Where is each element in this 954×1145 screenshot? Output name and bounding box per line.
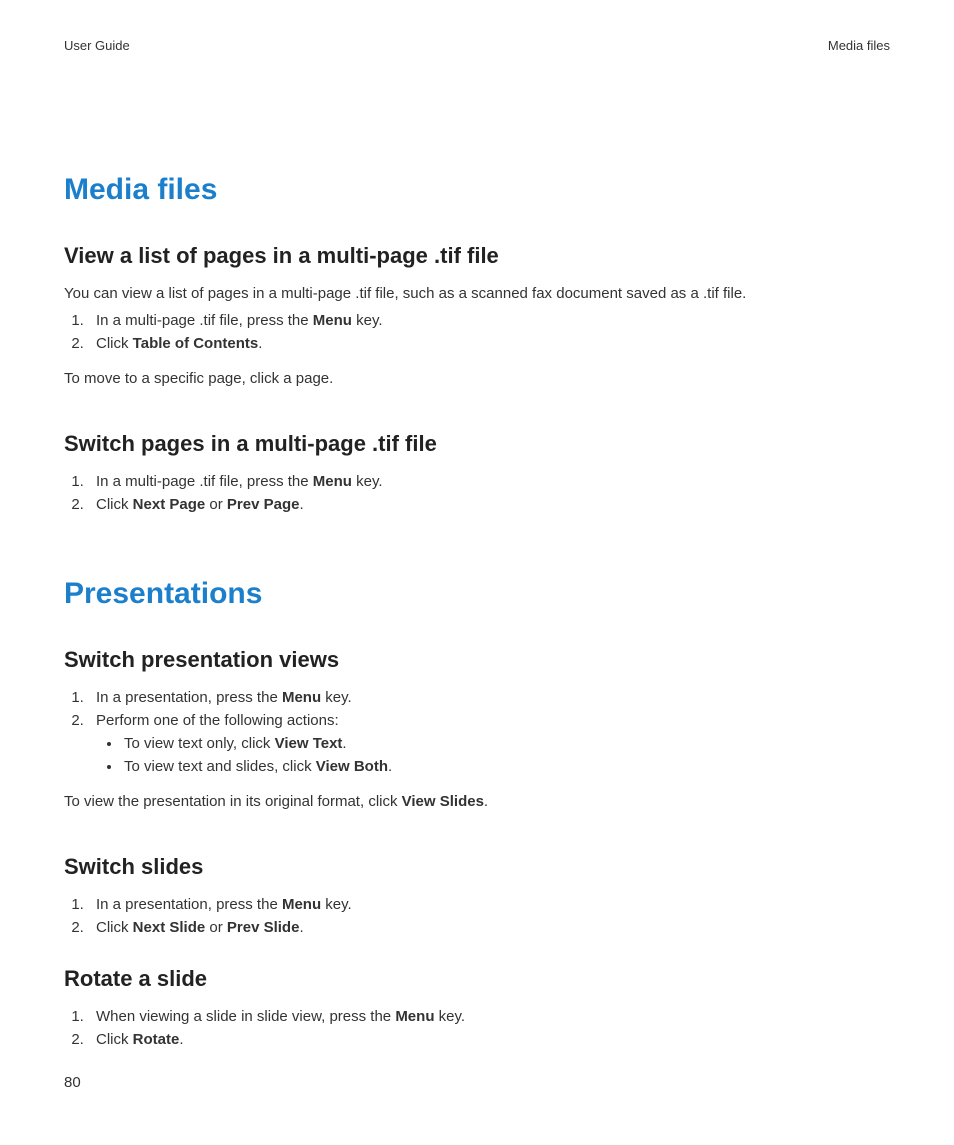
step-item: Click Table of Contents.	[88, 333, 890, 354]
step-bold: Next Slide	[133, 919, 206, 936]
outro-bold: View Slides	[402, 793, 484, 810]
step-item: Click Next Page or Prev Page.	[88, 494, 890, 515]
heading-view-tif-pages: View a list of pages in a multi-page .ti…	[64, 243, 890, 269]
subsection-switch-tif-pages: Switch pages in a multi-page .tif file I…	[64, 431, 890, 515]
outro-text: To view the presentation in its original…	[64, 791, 890, 812]
step-bold: Menu	[395, 1008, 434, 1025]
step-text: .	[299, 919, 303, 936]
step-item: When viewing a slide in slide view, pres…	[88, 1006, 890, 1027]
step-text: .	[299, 496, 303, 513]
step-text: key.	[352, 473, 383, 490]
step-text: key.	[352, 312, 383, 329]
section-media-files: Media files View a list of pages in a mu…	[64, 173, 890, 515]
step-text: In a presentation, press the	[96, 896, 282, 913]
step-bold: Menu	[282, 689, 321, 706]
bullet-bold: View Both	[316, 758, 388, 775]
heading-switch-slides: Switch slides	[64, 854, 890, 880]
header-right: Media files	[828, 38, 890, 53]
step-bold: Prev Page	[227, 496, 300, 513]
step-item: In a presentation, press the Menu key.	[88, 894, 890, 915]
bullet-text: .	[388, 758, 392, 775]
page-number: 80	[64, 1074, 81, 1091]
step-item: Click Rotate.	[88, 1029, 890, 1050]
step-item: In a presentation, press the Menu key.	[88, 687, 890, 708]
step-bold: Next Page	[133, 496, 206, 513]
step-text: or	[205, 919, 227, 936]
step-text: .	[258, 335, 262, 352]
intro-text: You can view a list of pages in a multi-…	[64, 283, 890, 304]
subsection-switch-slides: Switch slides In a presentation, press t…	[64, 854, 890, 938]
heading-switch-tif-pages: Switch pages in a multi-page .tif file	[64, 431, 890, 457]
step-text: In a presentation, press the	[96, 689, 282, 706]
step-text: .	[179, 1031, 183, 1048]
steps-list: In a presentation, press the Menu key. P…	[64, 687, 890, 777]
step-text: key.	[321, 896, 352, 913]
step-item: Perform one of the following actions: To…	[88, 710, 890, 777]
steps-list: In a multi-page .tif file, press the Men…	[64, 310, 890, 354]
step-text: In a multi-page .tif file, press the	[96, 473, 313, 490]
bullet-text: .	[342, 735, 346, 752]
step-bold: Menu	[313, 312, 352, 329]
step-bold: Rotate	[133, 1031, 180, 1048]
step-item: Click Next Slide or Prev Slide.	[88, 917, 890, 938]
step-text: In a multi-page .tif file, press the	[96, 312, 313, 329]
bullet-text: To view text only, click	[124, 735, 275, 752]
page-header: User Guide Media files	[64, 38, 890, 53]
step-text: When viewing a slide in slide view, pres…	[96, 1008, 395, 1025]
step-text: key.	[321, 689, 352, 706]
step-bold: Menu	[313, 473, 352, 490]
step-bold: Table of Contents	[133, 335, 259, 352]
outro-pre: To view the presentation in its original…	[64, 793, 402, 810]
steps-list: In a presentation, press the Menu key. C…	[64, 894, 890, 938]
heading-switch-views: Switch presentation views	[64, 647, 890, 673]
step-text: Click	[96, 335, 133, 352]
subsection-rotate-slide: Rotate a slide When viewing a slide in s…	[64, 966, 890, 1050]
step-text: Perform one of the following actions:	[96, 712, 339, 729]
outro-text: To move to a specific page, click a page…	[64, 368, 890, 389]
outro-post: .	[484, 793, 488, 810]
section-presentations: Presentations Switch presentation views …	[64, 577, 890, 1050]
step-text: Click	[96, 1031, 133, 1048]
step-text: key.	[434, 1008, 465, 1025]
bullet-bold: View Text	[275, 735, 343, 752]
subsection-switch-views: Switch presentation views In a presentat…	[64, 647, 890, 812]
steps-list: When viewing a slide in slide view, pres…	[64, 1006, 890, 1050]
heading-rotate-slide: Rotate a slide	[64, 966, 890, 992]
step-text: or	[205, 496, 227, 513]
section-title-media-files: Media files	[64, 173, 890, 207]
step-item: In a multi-page .tif file, press the Men…	[88, 471, 890, 492]
step-text: Click	[96, 919, 133, 936]
bullet-text: To view text and slides, click	[124, 758, 316, 775]
step-text: Click	[96, 496, 133, 513]
bullet-item: To view text only, click View Text.	[122, 733, 890, 754]
document-page: User Guide Media files Media files View …	[0, 0, 954, 1145]
subsection-view-tif-pages: View a list of pages in a multi-page .ti…	[64, 243, 890, 389]
header-left: User Guide	[64, 38, 130, 53]
step-bold: Menu	[282, 896, 321, 913]
step-bold: Prev Slide	[227, 919, 300, 936]
steps-list: In a multi-page .tif file, press the Men…	[64, 471, 890, 515]
bullet-item: To view text and slides, click View Both…	[122, 756, 890, 777]
bullet-list: To view text only, click View Text. To v…	[96, 733, 890, 777]
step-item: In a multi-page .tif file, press the Men…	[88, 310, 890, 331]
section-title-presentations: Presentations	[64, 577, 890, 611]
